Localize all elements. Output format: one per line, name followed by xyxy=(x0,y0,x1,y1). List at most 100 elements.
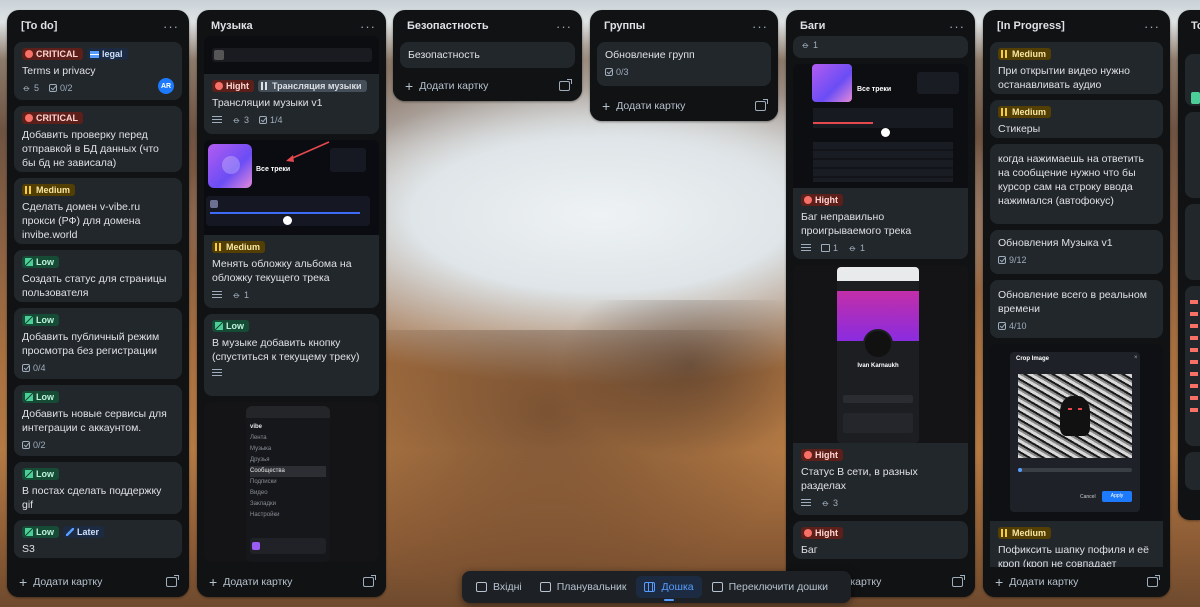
crop-apply-button: Apply xyxy=(1102,491,1132,502)
card[interactable]: Low В постах сделать поддержку gif xyxy=(14,462,182,514)
add-card-button[interactable]: +Додати картку xyxy=(405,79,488,93)
list-header: To xyxy=(1178,10,1200,42)
checklist-icon xyxy=(49,84,58,92)
card[interactable]: Medium При открытии видео нужно останавл… xyxy=(990,42,1163,94)
critical-icon xyxy=(25,114,33,122)
add-card-button[interactable]: +Додати картку xyxy=(602,99,685,113)
card[interactable]: Crop Image × Cancel Apply Medium Пофикси… xyxy=(990,344,1163,574)
list-header: [To do] ··· xyxy=(7,10,189,42)
card[interactable]: Medium Стикеры xyxy=(990,100,1163,138)
list-footer: +Додати картку xyxy=(590,91,778,121)
add-card-button[interactable]: +Додати картку xyxy=(995,575,1078,589)
bottom-navigation: Вхідні Планувальник Дошка Переключити до… xyxy=(462,571,851,603)
nav-inbox[interactable]: Вхідні xyxy=(468,576,530,598)
comment-icon xyxy=(821,244,830,252)
list-title[interactable]: Группы xyxy=(604,20,645,32)
attachment-icon: ⌀ xyxy=(21,82,33,94)
description-icon xyxy=(801,499,811,507)
card[interactable]: ⌀ 1 xyxy=(793,36,968,58)
card[interactable]: Low Создать статус для страницы пользова… xyxy=(14,250,182,302)
attachment-count: 3 xyxy=(244,115,250,125)
list-menu-icon[interactable]: ··· xyxy=(752,19,768,34)
card[interactable]: Medium Сделать домен v-vibe.ru прокси (Р… xyxy=(14,178,182,244)
checklist-icon xyxy=(605,68,613,76)
label-music-streaming: Трансляция музыки xyxy=(258,80,367,92)
list-menu-icon[interactable]: ··· xyxy=(163,19,179,34)
list-music: Музыка ··· Hight Трансляция музыки Транс… xyxy=(197,10,386,597)
card[interactable]: когда нажимаешь на ответить на сообщение… xyxy=(990,144,1163,224)
label-legal: legal xyxy=(87,48,128,60)
nav-board[interactable]: Дошка xyxy=(636,576,702,601)
arrow-annotation xyxy=(286,141,330,162)
list-footer: +Додати картку xyxy=(7,567,189,597)
attachment-count: 3 xyxy=(833,498,839,508)
card[interactable]: Все треки Hight Баг неправильно проигрыв… xyxy=(793,64,968,259)
list-menu-icon[interactable]: ··· xyxy=(949,19,965,34)
card[interactable]: Обновление всего в реальном времени 4/10 xyxy=(990,280,1163,338)
list-header: Безопастность ··· xyxy=(393,10,582,42)
label-later: Later xyxy=(63,526,105,538)
card[interactable]: CRITICAL legal Terms и privacy ⌀ 5 0/2 AR xyxy=(14,42,182,100)
list-title[interactable]: Музыка xyxy=(211,20,253,32)
description-icon xyxy=(212,369,222,377)
template-icon[interactable] xyxy=(166,575,179,587)
music-icon xyxy=(261,82,269,90)
flag-icon xyxy=(90,50,99,58)
profile-name-text: Ivan Karnaukh xyxy=(857,363,899,369)
card-title: Добавить проверку перед отправкой в БД д… xyxy=(22,129,159,169)
list-groups: Группы ··· Обновление групп 0/3 + Додати … xyxy=(590,10,778,121)
list-bugs: Баги ··· ⌀ 1 Все треки Hight Баг неправил… xyxy=(786,10,975,597)
list-menu-icon[interactable]: ··· xyxy=(360,19,376,34)
label-medium: Medium xyxy=(998,106,1052,118)
list-title[interactable]: To xyxy=(1191,20,1200,32)
card-title: Статус В сети, в разных разделах xyxy=(801,466,918,492)
low-priority-icon xyxy=(215,322,223,330)
cover-text: Все треки xyxy=(857,86,892,93)
plus-icon: + xyxy=(209,574,218,590)
card[interactable]: Безопастность xyxy=(400,42,575,68)
card[interactable]: Low Добавить публичный режим просмотра б… xyxy=(14,308,182,379)
avatar[interactable]: AR xyxy=(158,78,174,94)
card[interactable]: Все треки Medium Менять обложку альбома … xyxy=(204,140,379,308)
card-title: Обновление групп xyxy=(605,49,695,61)
template-icon[interactable] xyxy=(755,99,768,111)
medium-priority-icon xyxy=(215,243,223,251)
list-security: Безопастность ··· Безопастность + Додати … xyxy=(393,10,582,101)
attachment-count: 1 xyxy=(813,40,819,50)
card[interactable]: Low В музыке добавить кнопку (спуститься… xyxy=(204,314,379,396)
nav-switch-boards[interactable]: Переключити дошки xyxy=(704,576,836,598)
template-icon[interactable] xyxy=(1147,575,1160,587)
label-critical: CRITICAL xyxy=(22,48,83,60)
label-high: Hight xyxy=(801,527,843,539)
add-card-button[interactable]: +Додати картку xyxy=(19,575,102,589)
label-low: Low xyxy=(22,256,59,268)
list-menu-icon[interactable]: ··· xyxy=(1144,19,1160,34)
list-title[interactable]: Безопастность xyxy=(407,20,489,32)
card[interactable]: Hight Баг xyxy=(793,521,968,559)
template-icon[interactable] xyxy=(559,79,572,91)
list-footer: +Додати картку xyxy=(197,567,386,597)
list-title[interactable]: Баги xyxy=(800,20,825,32)
card-title: В постах сделать поддержку gif xyxy=(22,485,162,511)
add-card-button[interactable]: +Додати картку xyxy=(209,575,292,589)
nav-planner[interactable]: Планувальник xyxy=(532,576,635,598)
template-icon[interactable] xyxy=(952,575,965,587)
card[interactable]: Low Добавить новые сервисы для интеграци… xyxy=(14,385,182,456)
card[interactable]: CRITICAL Добавить проверку перед отправк… xyxy=(14,106,182,172)
card[interactable]: Hight Трансляция музыки Трансляции музык… xyxy=(204,36,379,134)
label-low: Low xyxy=(22,526,59,538)
checklist-count: 0/3 xyxy=(616,67,629,77)
card[interactable]: Low Later S3 xyxy=(14,520,182,558)
card[interactable]: Ivan Karnaukh Hight Статус В сети, в раз… xyxy=(793,265,968,515)
list-header: Группы ··· xyxy=(590,10,778,42)
card[interactable]: Обновление групп 0/3 xyxy=(597,42,771,86)
list-title[interactable]: [To do] xyxy=(21,20,57,32)
template-icon[interactable] xyxy=(363,575,376,587)
card[interactable]: Обновления Музыка v1 9/12 xyxy=(990,230,1163,274)
list-partial: To xyxy=(1178,10,1200,520)
low-priority-icon xyxy=(25,393,33,401)
card[interactable]: vibe Лента Музыка Друзья Сообщества Подп… xyxy=(204,402,379,562)
list-title[interactable]: [In Progress] xyxy=(997,20,1065,32)
plus-icon: + xyxy=(995,574,1004,590)
list-menu-icon[interactable]: ··· xyxy=(556,19,572,34)
